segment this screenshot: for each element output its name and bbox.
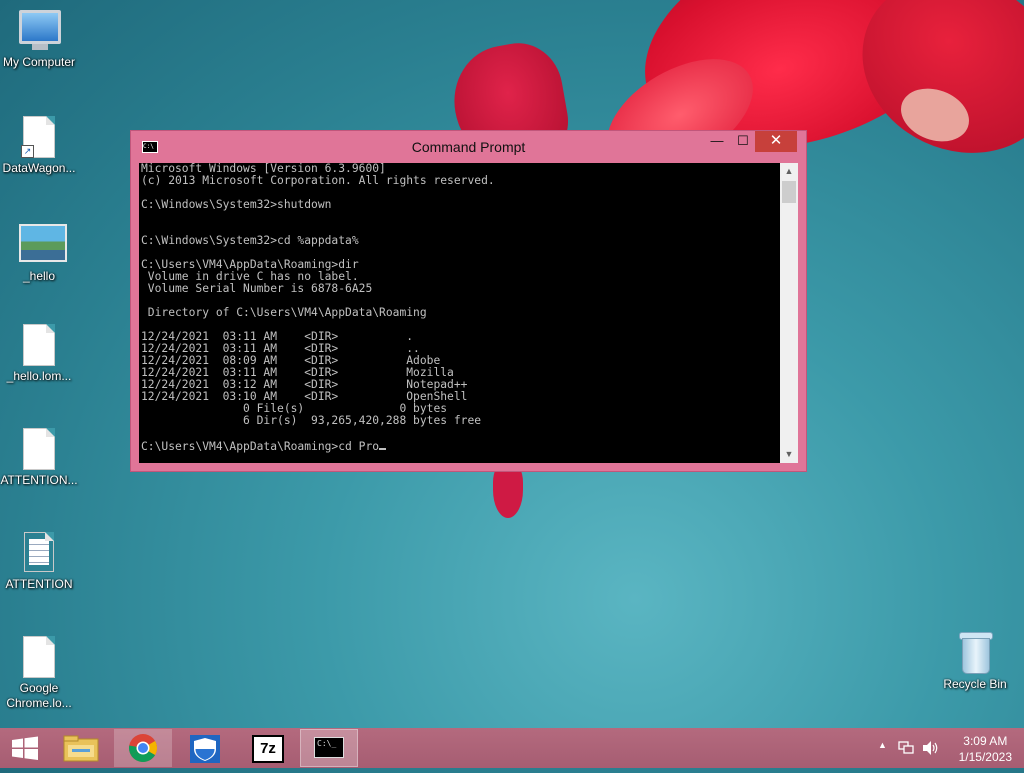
scrollbar-thumb[interactable] (782, 181, 796, 203)
desktop-icon-label: DataWagon... (2, 161, 76, 175)
document-icon (19, 324, 59, 366)
show-hidden-icons-chevron-icon[interactable]: ▲ (878, 740, 887, 750)
document-shortcut-icon: ↗ (19, 116, 59, 158)
computer-icon (19, 10, 61, 52)
desktop-icon-hello-image[interactable]: _hello (0, 220, 78, 284)
console-output[interactable]: Microsoft Windows [Version 6.3.9600] (c)… (139, 163, 780, 463)
minimize-button[interactable]: — (703, 131, 731, 152)
vertical-scrollbar[interactable]: ▲ ▼ (780, 163, 798, 463)
taskbar-windows-defender[interactable] (176, 729, 234, 767)
desktop-icon-label: Recycle Bin (943, 677, 1007, 691)
taskbar-command-prompt[interactable]: C:\_ (300, 729, 358, 767)
shield-icon (190, 735, 220, 763)
desktop-icon-label: ATTENTION... (0, 473, 78, 487)
shortcut-arrow-icon: ↗ (21, 145, 34, 158)
text-cursor (379, 439, 387, 450)
desktop-icon-attention-file[interactable]: ATTENTION... (0, 428, 78, 488)
console-text: Microsoft Windows [Version 6.3.9600] (c)… (141, 163, 495, 427)
network-icon[interactable] (898, 740, 916, 756)
window-titlebar[interactable]: C:\ Command Prompt — ☐ ✕ (131, 131, 806, 163)
desktop-icon-recycle-bin[interactable]: Recycle Bin (936, 632, 1014, 692)
text-document-icon (19, 532, 59, 574)
desktop-icon-label: _hello.lom... (6, 369, 72, 383)
windows-logo-icon (12, 736, 38, 760)
prompt-text: C:\Users\VM4\AppData\Roaming>cd Pro (141, 440, 380, 453)
folder-icon (63, 735, 99, 762)
command-prompt-window[interactable]: C:\ Command Prompt — ☐ ✕ Microsoft Windo… (130, 130, 807, 472)
chrome-icon (128, 734, 157, 762)
desktop-icon-chrome-lo[interactable]: Google Chrome.lo... (0, 636, 78, 711)
start-button[interactable] (0, 728, 50, 768)
desktop-icon-datawagon[interactable]: ↗ DataWagon... (0, 116, 78, 176)
taskbar: 7z C:\_ ▲ 3:09 AM 1/15/2023 (0, 728, 1024, 768)
volume-icon[interactable] (922, 740, 940, 756)
desktop-icon-attention-text[interactable]: ATTENTION (0, 532, 78, 592)
recycle-bin-icon (955, 632, 995, 674)
document-icon (19, 636, 59, 678)
desktop-icon-label: _hello (22, 269, 56, 283)
desktop-icon-label: My Computer (2, 55, 76, 69)
desktop-icon-label: Google Chrome.lo... (6, 681, 72, 710)
taskbar-7zip[interactable]: 7z (238, 729, 296, 767)
7zip-icon: 7z (252, 735, 284, 763)
system-tray: ▲ 3:09 AM 1/15/2023 (864, 728, 1024, 768)
scroll-up-arrow-icon[interactable]: ▲ (780, 163, 798, 180)
close-button[interactable]: ✕ (755, 131, 797, 152)
console-icon: C:\_ (314, 737, 344, 758)
desktop-icon-label: ATTENTION (5, 577, 73, 591)
document-icon (19, 428, 59, 470)
taskbar-google-chrome[interactable] (114, 729, 172, 767)
image-icon (19, 224, 67, 266)
7zip-icon-label: 7z (260, 740, 276, 757)
desktop-icon-hello-lom[interactable]: _hello.lom... (0, 324, 78, 384)
clock-time: 3:09 AM (963, 734, 1008, 748)
scroll-down-arrow-icon[interactable]: ▼ (780, 446, 798, 463)
console-prompt-line[interactable]: C:\Users\VM4\AppData\Roaming>cd Pro (139, 439, 780, 453)
taskbar-file-explorer[interactable] (52, 729, 110, 767)
maximize-button[interactable]: ☐ (729, 131, 757, 152)
console-icon-label: C:\_ (317, 739, 337, 748)
clock-date: 1/15/2023 (958, 750, 1012, 764)
desktop-icon-my-computer[interactable]: My Computer (0, 10, 78, 70)
clock[interactable]: 3:09 AM 1/15/2023 (959, 733, 1012, 765)
